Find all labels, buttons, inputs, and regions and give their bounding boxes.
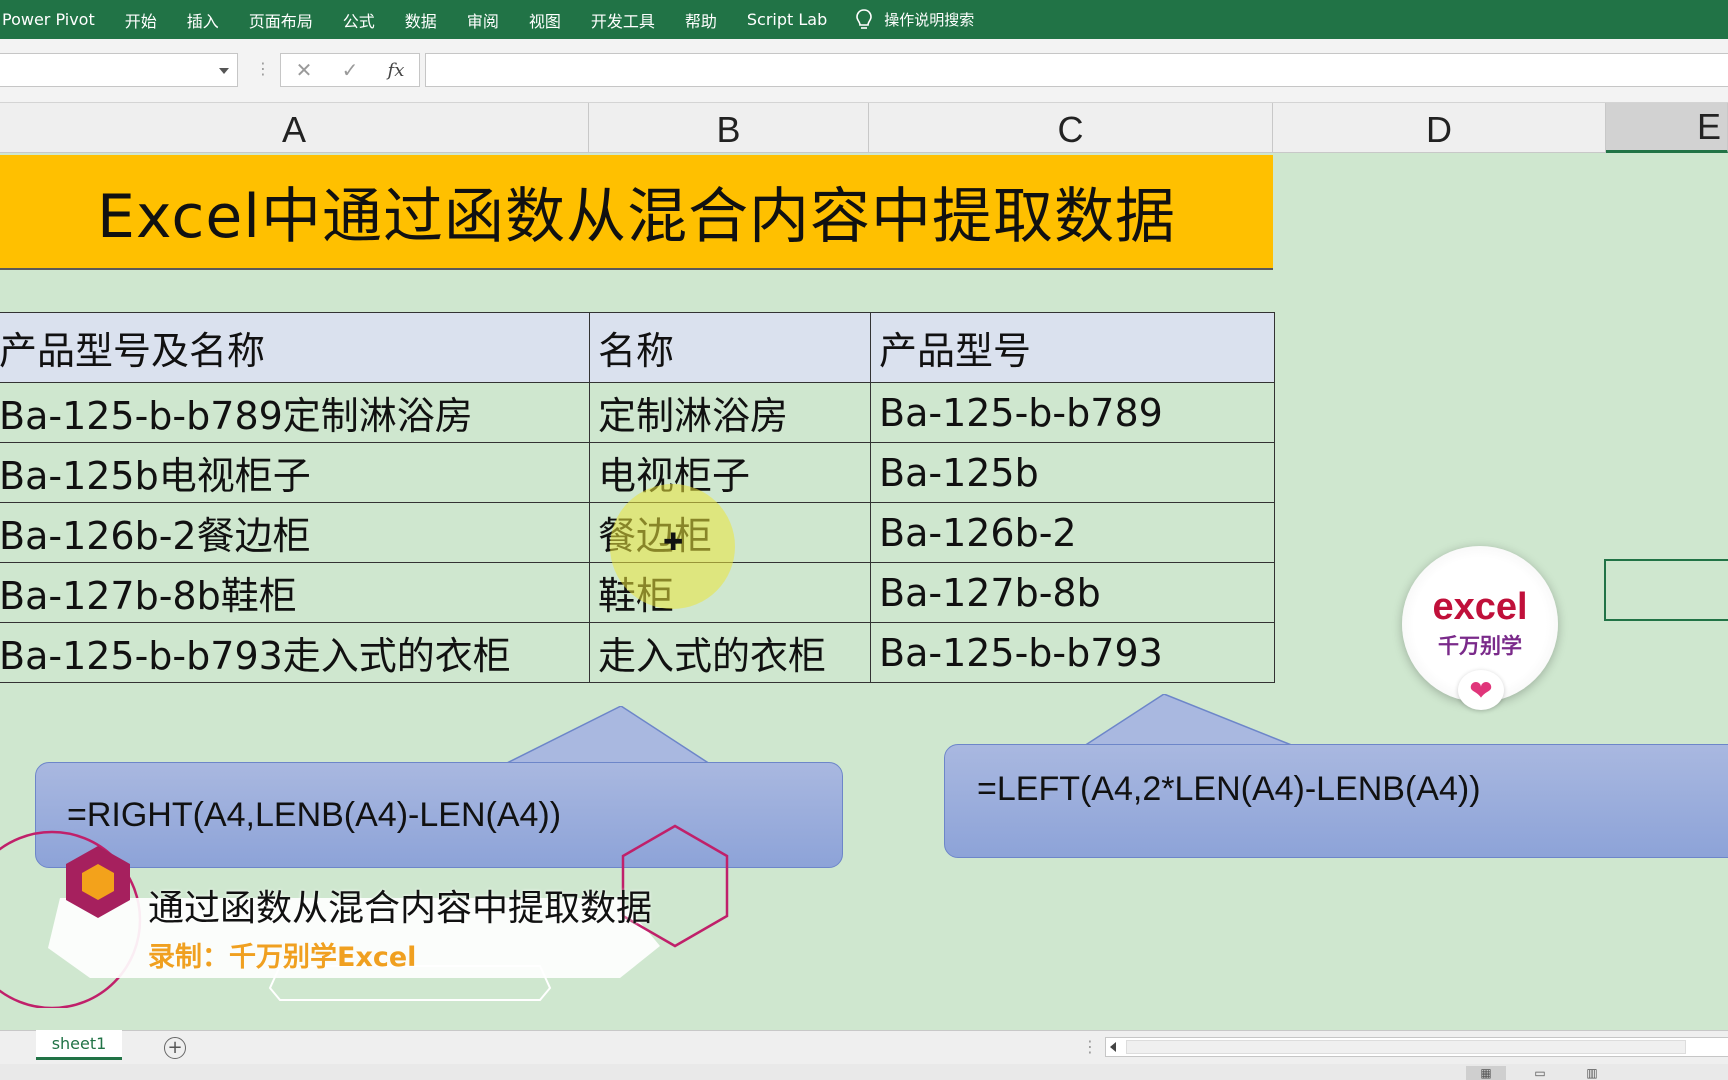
table-row: Ba-125-b-b789定制淋浴房 定制淋浴房 Ba-125-b-b789 — [0, 382, 1275, 443]
lower-third-subtitle: 录制：千万别学Excel — [148, 942, 417, 973]
scroll-grip-icon[interactable]: ⋮ — [1082, 1037, 1098, 1056]
formula-bar-grip-icon[interactable]: ⋮ — [255, 59, 271, 78]
menu-home[interactable]: 开始 — [110, 8, 172, 32]
column-headers: A B C D E — [0, 103, 1728, 153]
formula-input[interactable] — [425, 53, 1728, 87]
page-break-view-icon[interactable]: ▥ — [1572, 1066, 1612, 1080]
table-cell[interactable]: Ba-125-b-b789定制淋浴房 — [0, 382, 590, 443]
table-header[interactable]: 产品型号 — [870, 312, 1275, 383]
table-cell[interactable]: 走入式的衣柜 — [589, 622, 871, 683]
normal-view-icon[interactable]: ▦ — [1466, 1066, 1506, 1080]
formula-bar: ⋮ ✕ ✓ fx — [0, 39, 1728, 103]
selected-cell[interactable] — [1604, 559, 1728, 621]
column-header-e[interactable]: E — [1606, 103, 1728, 153]
name-box[interactable] — [0, 53, 238, 87]
tab-sheet1[interactable]: sheet1 — [36, 1030, 122, 1060]
table-cell[interactable]: Ba-125-b-b793 — [870, 622, 1275, 683]
menu-formulas[interactable]: 公式 — [328, 8, 390, 32]
table-cell[interactable]: 定制淋浴房 — [589, 382, 871, 443]
tell-me-label: 操作说明搜索 — [884, 11, 975, 29]
badge-subtitle: 千万别学 — [1438, 634, 1522, 658]
formula-callout-right: =LEFT(A4,2*LEN(A4)-LENB(A4)) — [944, 694, 1728, 864]
table-header-row: 产品型号及名称 名称 产品型号 — [0, 312, 1275, 383]
table-cell[interactable]: Ba-126b-2 — [870, 502, 1275, 563]
column-header-b[interactable]: B — [589, 103, 869, 153]
insert-function-icon[interactable]: fx — [388, 60, 405, 81]
table-row: Ba-125-b-b793走入式的衣柜 走入式的衣柜 Ba-125-b-b793 — [0, 622, 1275, 683]
menu-script-lab[interactable]: Script Lab — [732, 10, 842, 29]
enter-icon[interactable]: ✓ — [342, 58, 359, 82]
menu-review[interactable]: 审阅 — [452, 8, 514, 32]
page-layout-view-icon[interactable]: ▭ — [1520, 1066, 1560, 1080]
chevron-down-icon[interactable] — [219, 68, 229, 74]
tell-me-search[interactable]: 操作说明搜索 — [842, 8, 975, 31]
table-cell[interactable]: Ba-125-b-b789 — [870, 382, 1275, 443]
add-sheet-icon[interactable]: + — [164, 1037, 186, 1059]
table-cell[interactable]: Ba-125-b-b793走入式的衣柜 — [0, 622, 590, 683]
table-cell[interactable]: Ba-127b-8b鞋柜 — [0, 562, 590, 623]
table-cell[interactable]: 电视柜子 — [589, 442, 871, 503]
scroll-left-icon[interactable] — [1110, 1042, 1116, 1052]
menu-page-layout[interactable]: 页面布局 — [234, 8, 328, 32]
callout-right-text: =LEFT(A4,2*LEN(A4)-LENB(A4)) — [944, 744, 1728, 858]
lower-third-title: 通过函数从混合内容中提取数据 — [148, 888, 653, 929]
menu-help[interactable]: 帮助 — [670, 8, 732, 32]
formula-buttons: ✕ ✓ fx — [280, 53, 420, 87]
table-header[interactable]: 产品型号及名称 — [0, 312, 590, 383]
horizontal-scrollbar[interactable] — [1105, 1037, 1728, 1057]
column-header-a[interactable]: A — [0, 103, 589, 153]
ribbon-menu-bar: Power Pivot 开始 插入 页面布局 公式 数据 审阅 视图 开发工具 … — [0, 0, 1728, 39]
column-header-d[interactable]: D — [1273, 103, 1606, 153]
table-cell[interactable]: Ba-127b-8b — [870, 562, 1275, 623]
status-bar: ▦ ▭ ▥ — [0, 1064, 1728, 1080]
table-header[interactable]: 名称 — [589, 312, 871, 383]
sheet-tab-bar: sheet1 + ⋮ — [0, 1030, 1728, 1064]
menu-developer[interactable]: 开发工具 — [576, 8, 670, 32]
table-cell[interactable]: Ba-125b电视柜子 — [0, 442, 590, 503]
cancel-icon[interactable]: ✕ — [296, 58, 313, 82]
column-header-c[interactable]: C — [869, 103, 1273, 153]
badge-title: excel — [1432, 586, 1528, 628]
cell-cursor-icon: ✚ — [663, 528, 684, 556]
scrollbar-thumb[interactable] — [1126, 1040, 1686, 1054]
heart-icon: ❤ — [1458, 670, 1504, 710]
table-cell[interactable]: Ba-125b — [870, 442, 1275, 503]
lightbulb-icon — [856, 8, 873, 29]
menu-power-pivot[interactable]: Power Pivot — [0, 10, 110, 29]
channel-badge: excel 千万别学 ❤ — [1402, 546, 1558, 710]
table-cell[interactable]: Ba-126b-2餐边柜 — [0, 502, 590, 563]
sheet-title-cell[interactable]: Excel中通过函数从混合内容中提取数据 — [0, 155, 1273, 270]
menu-data[interactable]: 数据 — [390, 8, 452, 32]
menu-view[interactable]: 视图 — [514, 8, 576, 32]
menu-insert[interactable]: 插入 — [172, 8, 234, 32]
